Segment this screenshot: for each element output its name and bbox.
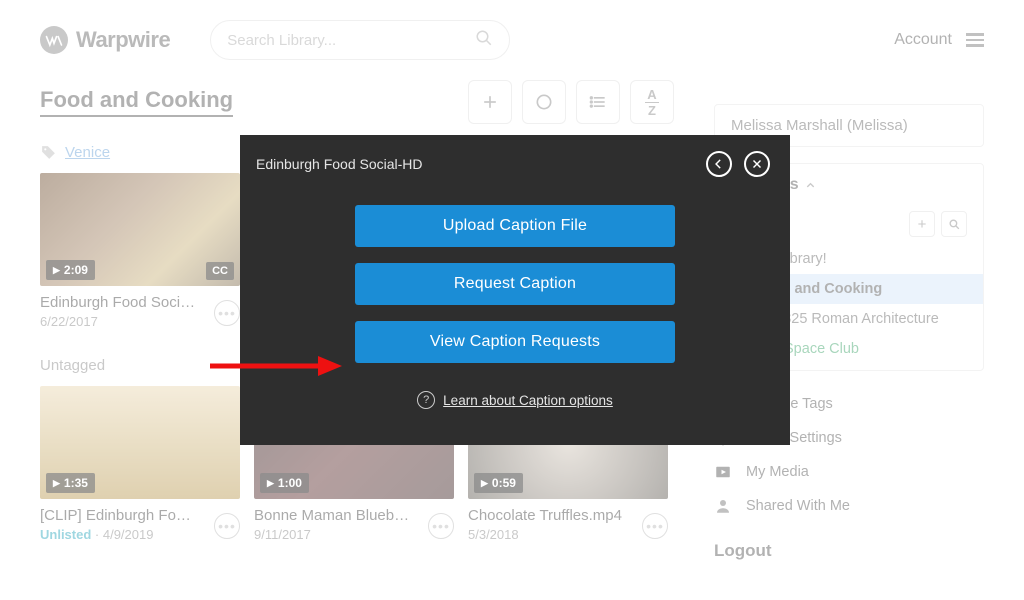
modal-title: Edinburgh Food Social-HD — [256, 156, 423, 172]
learn-caption-options[interactable]: ? Learn about Caption options — [417, 391, 613, 409]
back-button[interactable] — [706, 151, 732, 177]
upload-caption-button[interactable]: Upload Caption File — [355, 205, 675, 247]
view-caption-requests-button[interactable]: View Caption Requests — [355, 321, 675, 363]
learn-link[interactable]: Learn about Caption options — [443, 393, 613, 408]
request-caption-button[interactable]: Request Caption — [355, 263, 675, 305]
caption-modal: Edinburgh Food Social-HD Upload Caption … — [240, 135, 790, 445]
help-icon: ? — [417, 391, 435, 409]
close-button[interactable] — [744, 151, 770, 177]
